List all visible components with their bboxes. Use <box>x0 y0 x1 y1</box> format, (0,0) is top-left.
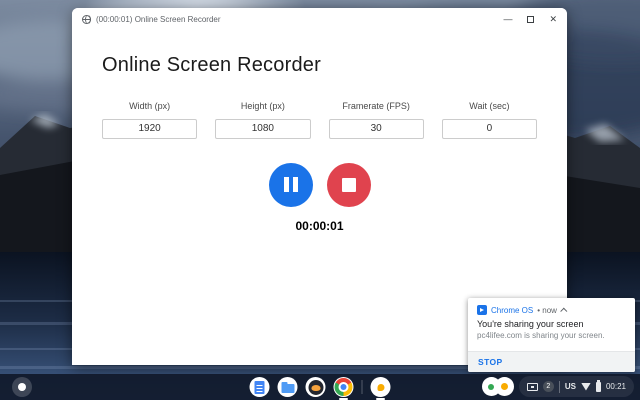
clock: 00:21 <box>605 382 626 391</box>
shelf-item-files[interactable] <box>277 377 298 397</box>
desktop: (00:00:01) Online Screen Recorder — ✕ On… <box>0 0 640 400</box>
notification-message: pc4lifee.com is sharing your screen. <box>477 331 605 340</box>
screen-share-icon <box>477 305 487 315</box>
height-label: Height (px) <box>240 101 285 111</box>
width-input[interactable] <box>102 118 198 139</box>
window-title: (00:00:01) Online Screen Recorder <box>96 14 221 24</box>
height-field-group: Height (px) <box>215 101 311 139</box>
shelf-item-docs[interactable] <box>249 377 270 397</box>
pause-button[interactable] <box>268 162 313 207</box>
files-icon <box>281 381 294 393</box>
notification-count-badge: 2 <box>542 381 554 392</box>
stop-icon <box>341 177 356 192</box>
shelf-item-app[interactable] <box>305 377 326 397</box>
green-dot-icon <box>488 383 495 390</box>
notification-footer: STOP <box>468 351 635 372</box>
battery-icon <box>595 379 601 392</box>
globe-favicon-icon <box>82 14 91 24</box>
recording-timer: 00:00:01 <box>295 218 344 233</box>
wait-label: Wait (sec) <box>469 101 510 111</box>
height-input[interactable] <box>215 118 311 139</box>
framerate-input[interactable] <box>328 118 424 139</box>
chevron-up-icon[interactable] <box>560 307 568 315</box>
avatar <box>494 377 514 396</box>
width-field-group: Width (px) <box>102 101 198 139</box>
system-tray[interactable]: 2 US 00:21 <box>518 376 634 397</box>
record-controls <box>102 162 537 207</box>
launcher-icon <box>18 383 26 391</box>
wifi-icon <box>580 382 591 391</box>
close-button[interactable]: ✕ <box>549 14 557 24</box>
orange-dot-icon <box>500 383 508 390</box>
shelf-item-notes[interactable] <box>370 377 391 400</box>
app-icon <box>308 379 323 395</box>
width-label: Width (px) <box>129 101 171 111</box>
page-title: Online Screen Recorder <box>102 54 321 76</box>
pause-icon <box>283 177 298 192</box>
window-titlebar[interactable]: (00:00:01) Online Screen Recorder — ✕ <box>72 8 567 30</box>
window-content: Online Screen Recorder Width (px) Height… <box>72 30 567 233</box>
docs-icon <box>254 380 265 394</box>
notification-app-name: Chrome OS <box>491 305 534 315</box>
shelf-separator <box>361 380 363 394</box>
minimize-button[interactable]: — <box>503 14 512 24</box>
stop-button[interactable] <box>326 162 371 207</box>
window-controls: — ✕ <box>503 14 557 24</box>
notification-timestamp: • now <box>537 305 557 315</box>
active-windows-pill[interactable] <box>481 377 514 396</box>
notification-title: You're sharing your screen <box>477 319 584 329</box>
screen-share-indicator-icon <box>526 382 538 391</box>
settings-row: Width (px) Height (px) Framerate (FPS) W… <box>102 101 537 139</box>
keyboard-layout: US <box>564 382 576 391</box>
status-area: 2 US 00:21 <box>481 376 634 397</box>
chrome-icon <box>334 378 353 396</box>
wait-input[interactable] <box>441 118 537 139</box>
shelf-item-chrome[interactable] <box>333 377 354 400</box>
shelf-apps <box>249 377 391 400</box>
shelf: 2 US 00:21 <box>0 374 640 400</box>
maximize-icon <box>527 15 535 23</box>
launcher-button[interactable] <box>12 377 32 397</box>
notification-popup[interactable]: Chrome OS • now You're sharing your scre… <box>468 298 635 372</box>
stop-sharing-button[interactable]: STOP <box>478 357 503 367</box>
framerate-label: Framerate (FPS) <box>342 101 410 111</box>
notes-icon <box>377 383 384 391</box>
framerate-field-group: Framerate (FPS) <box>328 101 424 139</box>
tray-separator <box>558 380 560 393</box>
notification-header: Chrome OS • now <box>468 298 635 319</box>
maximize-button[interactable] <box>527 15 535 23</box>
wait-field-group: Wait (sec) <box>441 101 537 139</box>
